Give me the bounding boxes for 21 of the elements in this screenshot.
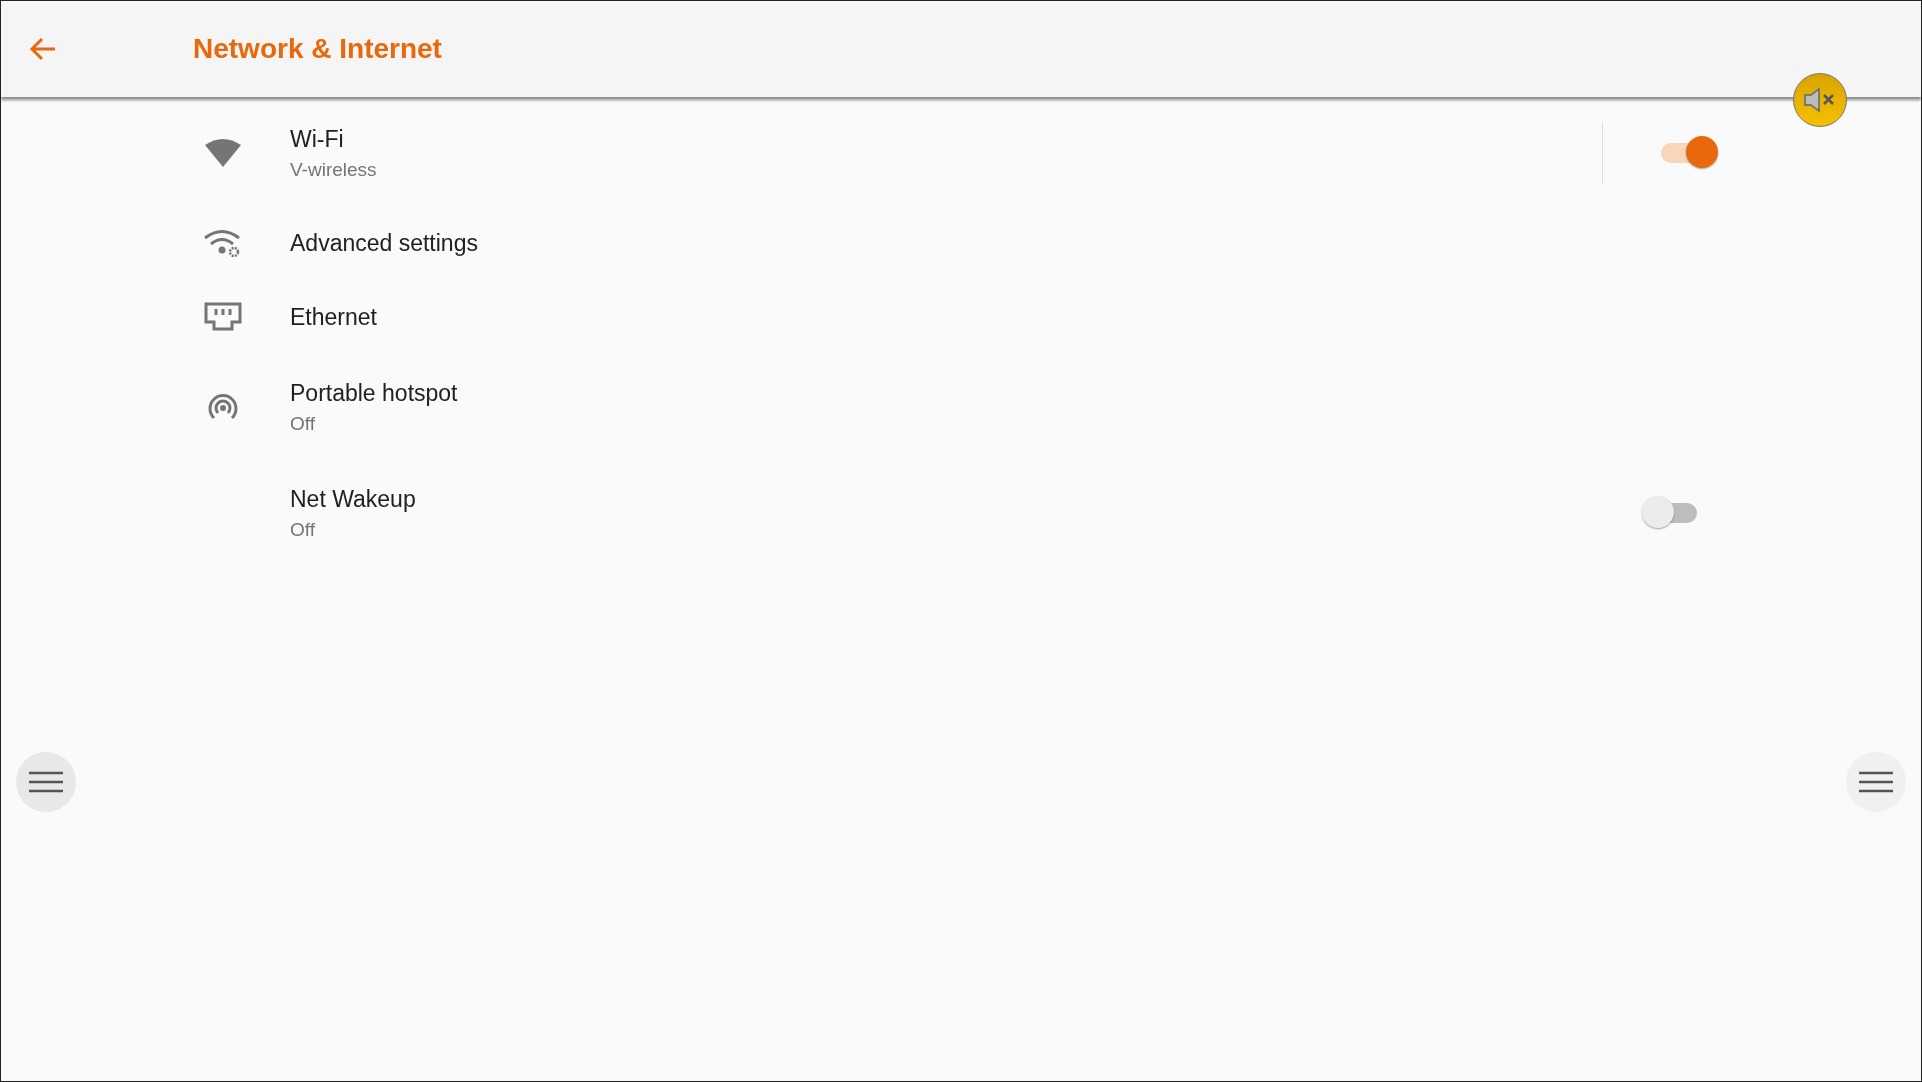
- item-subtitle: V-wireless: [290, 158, 378, 181]
- wifi-icon: [205, 139, 241, 167]
- back-arrow-icon: [29, 37, 57, 61]
- settings-item[interactable]: Net Wakeup Off: [1, 461, 1921, 565]
- hotspot-icon: [207, 392, 239, 422]
- settings-item[interactable]: Wi-Fi V-wireless: [1, 101, 1921, 205]
- menu-icon: [1859, 771, 1893, 793]
- settings-item[interactable]: Advanced settings: [1, 205, 1921, 281]
- settings-item[interactable]: Ethernet: [1, 281, 1921, 353]
- item-subtitle: Off: [290, 412, 316, 435]
- item-subtitle: Off: [290, 518, 316, 541]
- item-title: Ethernet: [290, 303, 378, 331]
- item-title: Portable hotspot: [290, 379, 459, 407]
- mute-icon: [1803, 87, 1837, 113]
- item-title: Wi-Fi: [290, 125, 345, 153]
- item-title: Net Wakeup: [290, 485, 417, 513]
- ethernet-icon: [204, 302, 242, 332]
- settings-item[interactable]: Portable hotspot Off: [1, 353, 1921, 461]
- menu-icon: [29, 771, 63, 793]
- page-title: Network & Internet: [193, 33, 442, 65]
- item-title: Advanced settings: [290, 229, 479, 257]
